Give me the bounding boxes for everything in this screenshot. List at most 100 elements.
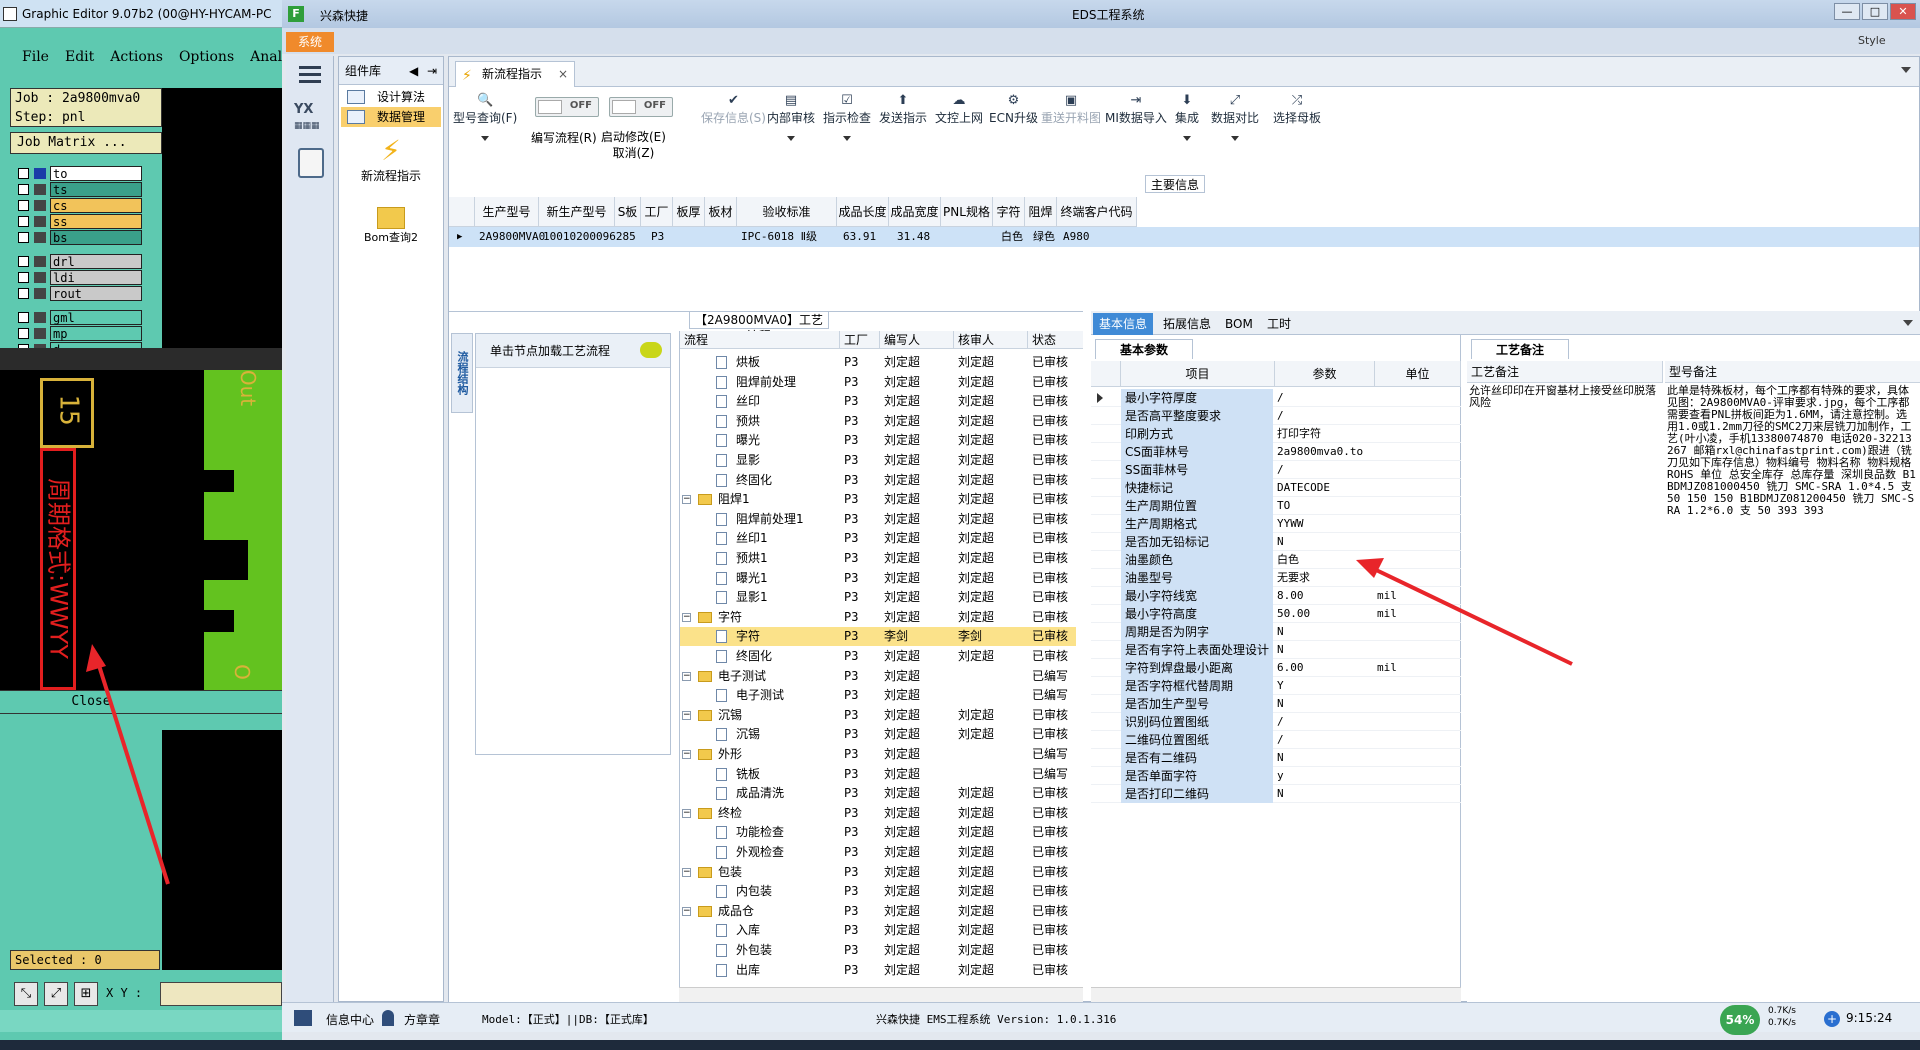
param-horizontal-scrollbar[interactable] <box>1091 987 1461 1003</box>
param-row[interactable]: 印刷方式 打印字符 <box>1091 425 1461 443</box>
calculator-icon[interactable] <box>298 148 324 178</box>
layer-row[interactable]: mp <box>12 326 142 342</box>
toolbar-model-query[interactable]: 🔍 型号查询(F) <box>453 93 517 141</box>
param-value[interactable]: N <box>1275 785 1375 803</box>
param-row[interactable]: CS面菲林号 2a9800mva0.to <box>1091 443 1461 461</box>
param-header[interactable]: 项目 <box>1121 361 1275 387</box>
param-value[interactable]: 无要求 <box>1275 569 1375 587</box>
param-value[interactable]: / <box>1275 731 1375 749</box>
param-row[interactable]: 油墨颜色 白色 <box>1091 551 1461 569</box>
tree-horizontal-scrollbar[interactable] <box>679 987 1083 1003</box>
grid-header[interactable]: 新生产型号 <box>539 197 615 227</box>
param-value[interactable]: / <box>1275 407 1375 425</box>
tree-row[interactable]: − 成品仓 P3 刘定超 刘定超 已审核 <box>680 902 1076 921</box>
toolbar-internal-review[interactable]: ▤ 内部审核 <box>767 93 815 141</box>
tree-row[interactable]: − 阻焊1 P3 刘定超 刘定超 已审核 <box>680 490 1076 509</box>
tab-new-process[interactable]: ⚡ 新流程指示 × <box>455 61 575 87</box>
pin-icon[interactable]: ⇥ <box>427 57 437 85</box>
tab-dropdown-icon[interactable] <box>1903 320 1913 326</box>
toolbar-doc-online[interactable]: ☁ 文控上网 <box>935 93 983 126</box>
tree-row[interactable]: − 终检 P3 刘定超 刘定超 已审核 <box>680 804 1076 823</box>
tree-row[interactable]: 预烘 P3 刘定超 刘定超 已审核 <box>680 412 1076 431</box>
tree-header[interactable]: 工厂 <box>840 331 880 349</box>
tree-row[interactable]: 阻焊前处理1 P3 刘定超 刘定超 已审核 <box>680 510 1076 529</box>
grid-header[interactable]: 生产型号 <box>475 197 539 227</box>
grid-header[interactable]: 板材 <box>705 197 737 227</box>
menu-item[interactable]: Actions <box>110 49 163 65</box>
tab-bom[interactable]: BOM <box>1219 313 1259 335</box>
model-remark-text[interactable]: 此单是特殊板材，每个工序都有特殊的要求，具体见图：2A9800MVA0-评审要求… <box>1667 385 1917 517</box>
close-window-button[interactable]: ✕ <box>1890 3 1916 20</box>
grid-header[interactable]: 板厚 <box>673 197 705 227</box>
tree-row[interactable]: 丝印1 P3 刘定超 刘定超 已审核 <box>680 529 1076 548</box>
layer-checkbox[interactable] <box>18 328 29 339</box>
minimize-button[interactable]: — <box>1834 3 1860 20</box>
layer-checkbox[interactable] <box>18 168 29 179</box>
menu-icon[interactable] <box>299 66 321 84</box>
tab-dropdown-icon[interactable] <box>1901 67 1911 73</box>
tab-extended-info[interactable]: 拓展信息 <box>1157 313 1217 335</box>
tree-row[interactable]: 字符 P3 李剑 李剑 已审核 <box>680 627 1076 647</box>
layer-row[interactable]: to <box>12 166 142 182</box>
dropdown-arrow-icon[interactable] <box>1183 136 1191 141</box>
collapse-icon[interactable]: − <box>682 867 691 877</box>
toolbar-send-instruction[interactable]: ⬆ 发送指示 <box>879 93 927 126</box>
param-value[interactable]: 6.00 <box>1275 659 1375 677</box>
tab-basic-params[interactable]: 基本参数 <box>1095 339 1193 359</box>
yx-module-icon[interactable]: YX ▦▦▦ <box>294 102 328 134</box>
close-button[interactable]: Close <box>0 690 282 714</box>
layer-row[interactable]: rout <box>12 286 142 302</box>
switch-start-modify[interactable]: OFF <box>609 97 673 117</box>
layer-checkbox[interactable] <box>18 232 29 243</box>
tree-header[interactable]: 编写人 <box>880 331 954 349</box>
param-row[interactable]: 是否有二维码 N <box>1091 749 1461 767</box>
tree-row[interactable]: 烘板 P3 刘定超 刘定超 已审核 <box>680 353 1076 372</box>
param-value[interactable]: Y <box>1275 677 1375 695</box>
tree-row[interactable]: 显影1 P3 刘定超 刘定超 已审核 <box>680 588 1076 607</box>
grid-header[interactable]: 成品长度 <box>837 197 889 227</box>
layer-checkbox[interactable] <box>18 256 29 267</box>
tree-header[interactable]: 流程 <box>680 331 840 349</box>
tree-row[interactable]: − 电子测试 P3 刘定超 已编写 <box>680 667 1076 686</box>
grid-header[interactable]: 验收标准 <box>737 197 837 227</box>
param-row[interactable]: 是否加生产型号 N <box>1091 695 1461 713</box>
toolbar-resend-cut-drawing[interactable]: ▣ 重送开料图 <box>1041 93 1101 126</box>
param-row[interactable]: 周期是否为阴字 N <box>1091 623 1461 641</box>
toolbar-save-info[interactable]: ✔ 保存信息(S) <box>701 93 766 126</box>
collapse-icon[interactable]: − <box>682 495 691 505</box>
tree-row[interactable]: − 外形 P3 刘定超 已编写 <box>680 745 1076 764</box>
param-value[interactable]: N <box>1275 623 1375 641</box>
library-bom-query-button[interactable]: Bom查询2 <box>339 207 443 245</box>
tree-row[interactable]: 功能检查 P3 刘定超 刘定超 已审核 <box>680 823 1076 842</box>
tab-basic-info[interactable]: 基本信息 <box>1093 313 1154 335</box>
param-row[interactable]: 最小字符高度 50.00 mil <box>1091 605 1461 623</box>
param-value[interactable]: N <box>1275 749 1375 767</box>
tab-process-remark[interactable]: 工艺备注 <box>1471 339 1569 359</box>
param-value[interactable]: 8.00 <box>1275 587 1375 605</box>
menu-item[interactable]: Analys <box>250 49 282 65</box>
layer-row[interactable]: bs <box>12 230 142 246</box>
tree-row[interactable]: 铣板 P3 刘定超 已编写 <box>680 765 1076 784</box>
tab-work-hours[interactable]: 工时 <box>1261 313 1297 335</box>
param-row[interactable]: SS面菲林号 / <box>1091 461 1461 479</box>
param-row[interactable]: 最小字符厚度 / <box>1091 389 1461 407</box>
param-row[interactable]: 是否单面字符 y <box>1091 767 1461 785</box>
tree-row[interactable]: 预烘1 P3 刘定超 刘定超 已审核 <box>680 549 1076 568</box>
load-hint-header[interactable]: 单击节点加载工艺流程 <box>476 334 670 368</box>
zoom-icon[interactable]: ⤡ <box>14 982 38 1006</box>
param-value[interactable]: / <box>1275 461 1375 479</box>
tree-row[interactable]: 外观检查 P3 刘定超 刘定超 已审核 <box>680 843 1076 862</box>
tab-system[interactable]: 系统 <box>286 32 334 52</box>
layer-row[interactable]: ss <box>12 214 142 230</box>
param-row[interactable]: 是否字符框代替周期 Y <box>1091 677 1461 695</box>
style-menu[interactable]: Style <box>1858 34 1886 47</box>
param-value[interactable]: DATECODE <box>1275 479 1375 497</box>
tree-row[interactable]: 丝印 P3 刘定超 刘定超 已审核 <box>680 392 1076 411</box>
tree-row[interactable]: 曝光 P3 刘定超 刘定超 已审核 <box>680 431 1076 450</box>
layer-checkbox[interactable] <box>18 272 29 283</box>
param-header[interactable]: 参数 <box>1275 361 1375 387</box>
tree-row[interactable]: 终固化 P3 刘定超 刘定超 已审核 <box>680 471 1076 490</box>
param-row[interactable]: 是否高平整度要求 / <box>1091 407 1461 425</box>
param-value[interactable]: 50.00 <box>1275 605 1375 623</box>
param-value[interactable]: TO <box>1275 497 1375 515</box>
